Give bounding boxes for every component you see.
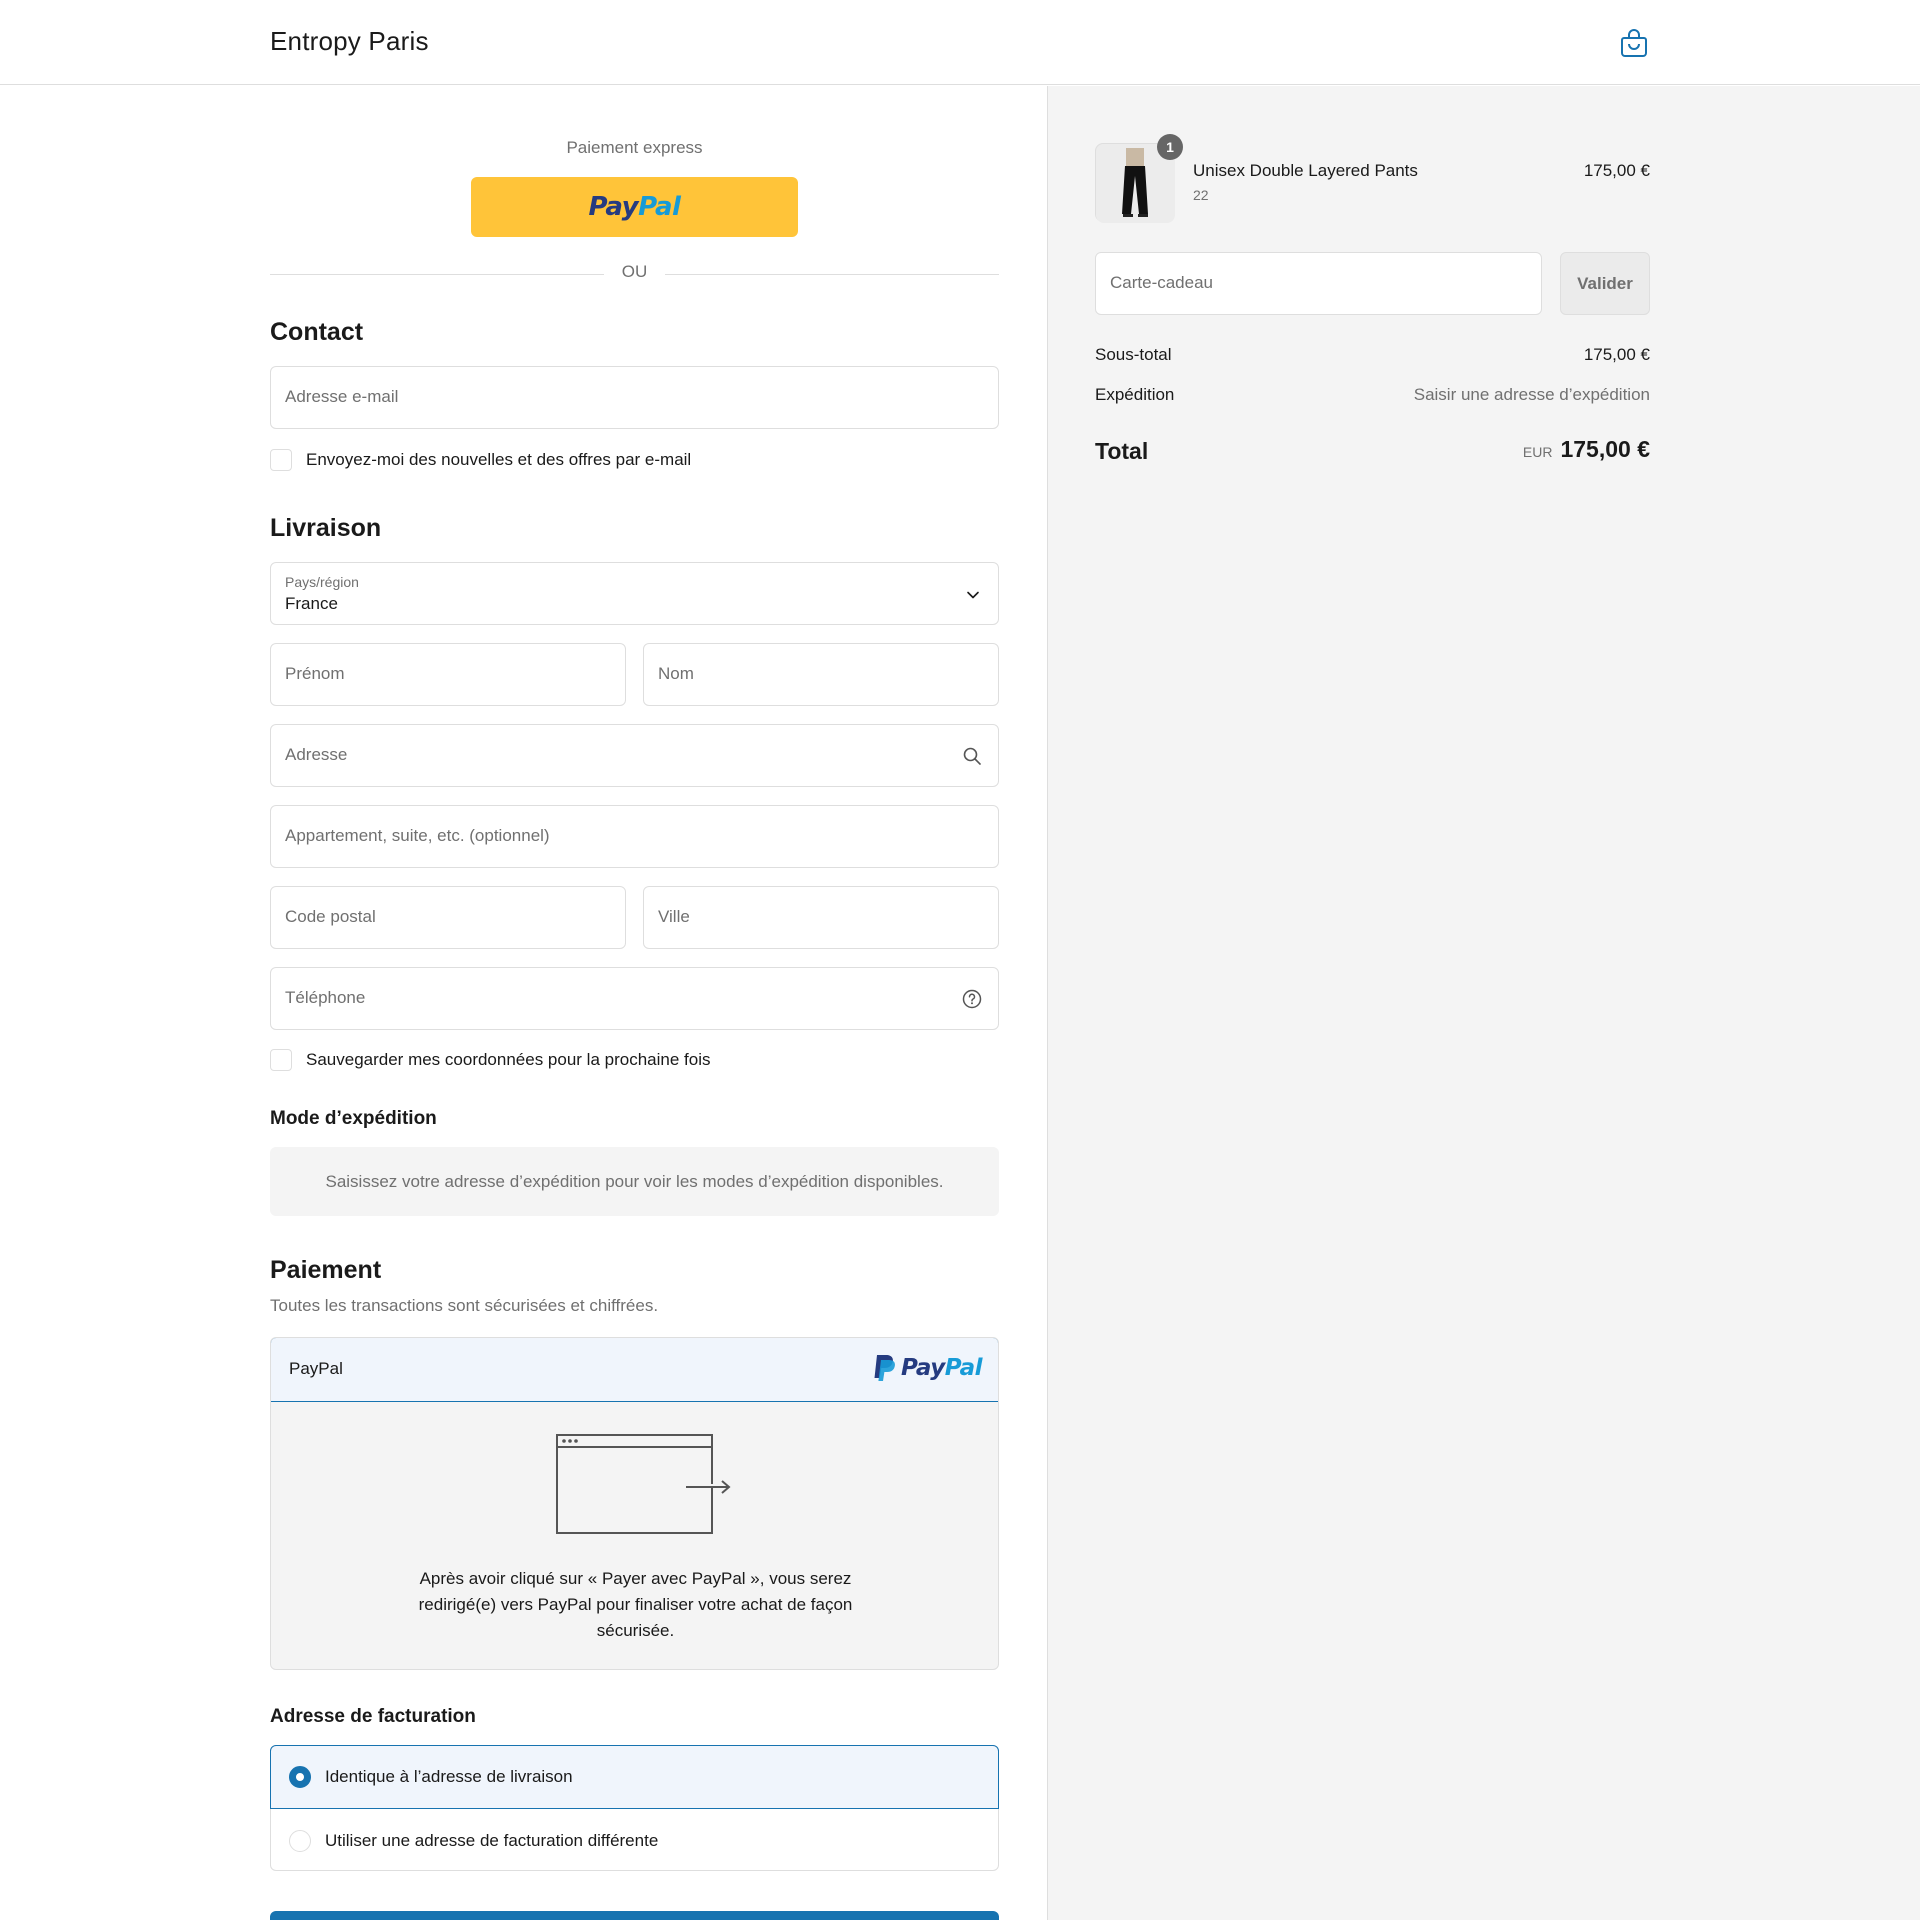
shipping-value: Saisir une adresse d’expédition xyxy=(1413,385,1650,404)
total-currency: EUR xyxy=(1522,444,1553,460)
header: Entropy Paris xyxy=(0,0,1920,85)
paypal-redirect-text: Après avoir cliqué sur « Payer avec PayP… xyxy=(418,1569,853,1640)
billing-different-label: Utiliser une adresse de facturation diff… xyxy=(325,1830,659,1850)
payment-subtitle: Toutes les transactions sont sécurisées … xyxy=(270,1296,659,1315)
billing-same-label: Identique à l’adresse de livraison xyxy=(325,1767,573,1786)
express-checkout-title: Paiement express xyxy=(566,138,703,157)
address-placeholder: Adresse xyxy=(285,745,348,764)
email-placeholder: Adresse e-mail xyxy=(285,387,399,406)
country-select[interactable]: Pays/région France xyxy=(270,562,999,625)
postal-code-placeholder: Code postal xyxy=(285,907,376,926)
payment-method-label: PayPal xyxy=(289,1359,343,1378)
product-price: 175,00 € xyxy=(1583,161,1650,180)
shipping-label: Expédition xyxy=(1095,385,1175,404)
last-name-placeholder: Nom xyxy=(658,664,694,683)
email-field[interactable]: Adresse e-mail xyxy=(270,366,999,429)
phone-field[interactable]: Téléphone xyxy=(270,967,999,1030)
billing-options: Identique à l’adresse de livraison Utili… xyxy=(270,1745,999,1871)
first-name-field[interactable]: Prénom xyxy=(270,643,626,706)
browser-redirect-icon xyxy=(556,1434,731,1534)
quantity-badge: 1 xyxy=(1157,134,1183,160)
total-value: 175,00 € xyxy=(1560,436,1650,462)
or-label: OU xyxy=(621,262,648,281)
paypal-p-icon xyxy=(874,1355,895,1381)
pay-now-button[interactable] xyxy=(270,1911,999,1920)
delivery-heading: Livraison xyxy=(270,514,382,542)
city-field[interactable]: Ville xyxy=(643,886,999,949)
store-brand[interactable]: Entropy Paris xyxy=(270,26,429,57)
billing-heading: Adresse de facturation xyxy=(270,1706,476,1727)
paypal-logo: PayPal xyxy=(588,192,681,222)
payment-heading: Paiement xyxy=(270,1256,382,1284)
save-info-option[interactable]: Sauvegarder mes coordonnées pour la proc… xyxy=(270,1048,710,1072)
payment-method-box: PayPal PayPal Après avoir cliqué sur « P… xyxy=(270,1337,999,1670)
apartment-placeholder: Appartement, suite, etc. (optionnel) xyxy=(285,826,550,845)
postal-code-field[interactable]: Code postal xyxy=(270,886,626,949)
billing-same-radio[interactable] xyxy=(289,1766,311,1788)
chevron-down-icon xyxy=(967,591,979,599)
city-placeholder: Ville xyxy=(658,907,690,926)
shipping-method-heading: Mode d’expédition xyxy=(270,1108,437,1129)
billing-different-option[interactable]: Utiliser une adresse de facturation diff… xyxy=(271,1809,1000,1872)
phone-placeholder: Téléphone xyxy=(285,988,366,1007)
first-name-placeholder: Prénom xyxy=(285,664,345,683)
search-icon xyxy=(963,747,981,765)
product-thumbnail: 1 xyxy=(1095,134,1183,223)
subtotal-label: Sous-total xyxy=(1095,345,1172,364)
shipping-method-notice: Saisissez votre adresse d’expédition pou… xyxy=(270,1147,999,1216)
total-label: Total xyxy=(1095,438,1149,464)
newsletter-option[interactable]: Envoyez-moi des nouvelles et des offres … xyxy=(270,448,691,472)
last-name-field[interactable]: Nom xyxy=(643,643,999,706)
apartment-field[interactable]: Appartement, suite, etc. (optionnel) xyxy=(270,805,999,868)
product-variant: 22 xyxy=(1193,187,1209,203)
country-label: Pays/région xyxy=(285,574,359,590)
newsletter-label: Envoyez-moi des nouvelles et des offres … xyxy=(306,450,692,469)
gift-card-placeholder: Carte-cadeau xyxy=(1110,273,1214,292)
save-info-checkbox[interactable] xyxy=(270,1049,292,1071)
country-value: France xyxy=(285,594,338,613)
newsletter-checkbox[interactable] xyxy=(270,449,292,471)
address-field[interactable]: Adresse xyxy=(270,724,999,787)
paypal-payment-option[interactable]: PayPal PayPal xyxy=(271,1338,998,1402)
or-separator: OU xyxy=(270,262,999,286)
help-circle-icon[interactable] xyxy=(961,988,983,1010)
order-summary-panel xyxy=(1047,86,1920,1920)
apply-gift-card-button[interactable]: Valider xyxy=(1560,252,1650,315)
shopping-bag-icon[interactable] xyxy=(1620,28,1648,58)
divider xyxy=(665,274,999,275)
billing-same-option[interactable]: Identique à l’adresse de livraison xyxy=(270,1745,999,1809)
paypal-express-button[interactable]: PayPal xyxy=(471,177,798,237)
billing-different-radio[interactable] xyxy=(289,1829,311,1852)
product-name: Unisex Double Layered Pants xyxy=(1193,161,1418,180)
subtotal-value: 175,00 € xyxy=(1583,345,1650,364)
total-amount: EUR 175,00 € xyxy=(1523,436,1650,463)
contact-heading: Contact xyxy=(270,318,364,346)
paypal-logo: PayPal xyxy=(873,1354,983,1382)
save-info-label: Sauvegarder mes coordonnées pour la proc… xyxy=(306,1050,711,1069)
gift-card-field[interactable]: Carte-cadeau xyxy=(1095,252,1542,315)
